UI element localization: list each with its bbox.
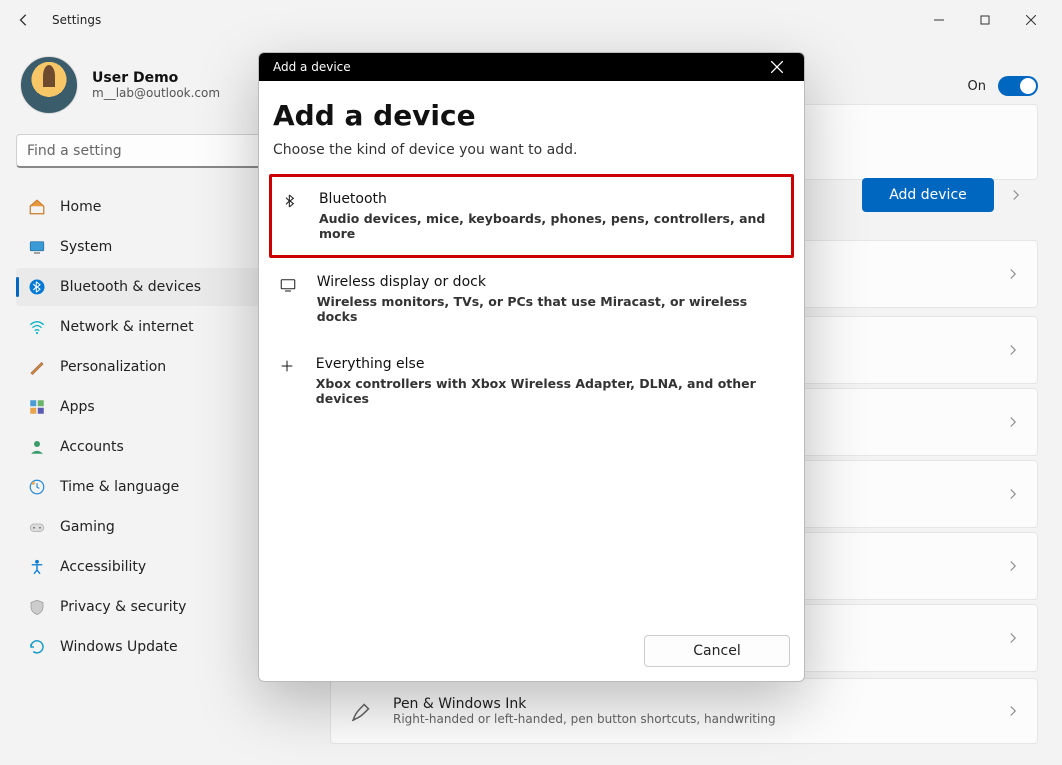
option-subtitle: Xbox controllers with Xbox Wireless Adap… xyxy=(316,376,786,406)
bluetooth-toggle[interactable] xyxy=(998,76,1038,96)
sidebar-item-label: Home xyxy=(60,199,101,215)
back-button[interactable] xyxy=(8,4,40,36)
modal-close-button[interactable] xyxy=(764,54,790,80)
chevron-right-icon xyxy=(1007,413,1019,432)
clock-icon xyxy=(28,478,46,496)
chevron-right-icon xyxy=(1010,186,1022,205)
pen-row-subtitle: Right-handed or left-handed, pen button … xyxy=(393,712,776,726)
chevron-right-icon xyxy=(1007,629,1019,648)
sidebar-item-label: Bluetooth & devices xyxy=(60,279,201,295)
option-subtitle: Wireless monitors, TVs, or PCs that use … xyxy=(317,294,786,324)
chevron-right-icon xyxy=(1007,341,1019,360)
pen-icon xyxy=(349,698,375,724)
display-icon xyxy=(277,274,299,324)
user-email: m__lab@outlook.com xyxy=(92,86,220,100)
bluetooth-toggle-row: On xyxy=(968,76,1038,96)
gaming-icon xyxy=(28,518,46,536)
sidebar-item-label: Time & language xyxy=(60,479,179,495)
chevron-right-icon xyxy=(1007,557,1019,576)
sidebar-item-label: Personalization xyxy=(60,359,166,375)
modal-title: Add a device xyxy=(273,60,351,74)
user-name: User Demo xyxy=(92,70,220,86)
sidebar-item-label: Gaming xyxy=(60,519,115,535)
pen-ink-row[interactable]: Pen & Windows Ink Right-handed or left-h… xyxy=(330,678,1038,744)
modal-option-bluetooth[interactable]: Bluetooth Audio devices, mice, keyboards… xyxy=(269,174,794,258)
modal-subtitle: Choose the kind of device you want to ad… xyxy=(273,142,790,158)
bluetooth-toggle-label: On xyxy=(968,79,986,94)
chevron-right-icon xyxy=(1007,485,1019,504)
accessibility-icon xyxy=(28,558,46,576)
modal-titlebar: Add a device xyxy=(259,53,804,81)
system-icon xyxy=(28,238,46,256)
bluetooth-icon xyxy=(280,191,301,241)
sidebar-item-label: System xyxy=(60,239,112,255)
option-title: Wireless display or dock xyxy=(317,274,786,290)
sidebar-item-label: Apps xyxy=(60,399,95,415)
window-title: Settings xyxy=(52,13,101,27)
modal-heading: Add a device xyxy=(273,99,790,132)
bluetooth-icon xyxy=(28,278,46,296)
account-icon xyxy=(28,438,46,456)
minimize-button[interactable] xyxy=(916,4,962,36)
update-icon xyxy=(28,638,46,656)
option-title: Everything else xyxy=(316,356,786,372)
maximize-button[interactable] xyxy=(962,4,1008,36)
sidebar-item-label: Privacy & security xyxy=(60,599,186,615)
plus-icon xyxy=(277,356,298,406)
sidebar-item-label: Accounts xyxy=(60,439,124,455)
titlebar: Settings xyxy=(0,0,1062,40)
sidebar-item-label: Windows Update xyxy=(60,639,178,655)
avatar xyxy=(20,56,78,114)
modal-option-everything-else[interactable]: Everything else Xbox controllers with Xb… xyxy=(273,340,790,422)
option-subtitle: Audio devices, mice, keyboards, phones, … xyxy=(319,211,783,241)
add-device-modal: Add a device Add a device Choose the kin… xyxy=(258,52,805,682)
shield-icon xyxy=(28,598,46,616)
home-icon xyxy=(28,198,46,216)
window-controls xyxy=(916,4,1054,36)
search-input[interactable] xyxy=(16,134,296,168)
close-button[interactable] xyxy=(1008,4,1054,36)
pen-row-title: Pen & Windows Ink xyxy=(393,696,776,712)
option-title: Bluetooth xyxy=(319,191,783,207)
modal-option-wireless-display[interactable]: Wireless display or dock Wireless monito… xyxy=(273,258,790,340)
apps-icon xyxy=(28,398,46,416)
chevron-right-icon xyxy=(1007,265,1019,284)
add-device-button[interactable]: Add device xyxy=(862,178,994,212)
sidebar-item-label: Accessibility xyxy=(60,559,146,575)
chevron-right-icon xyxy=(1007,702,1019,721)
cancel-button[interactable]: Cancel xyxy=(644,635,790,667)
sidebar-item-label: Network & internet xyxy=(60,319,194,335)
brush-icon xyxy=(28,358,46,376)
wifi-icon xyxy=(28,318,46,336)
